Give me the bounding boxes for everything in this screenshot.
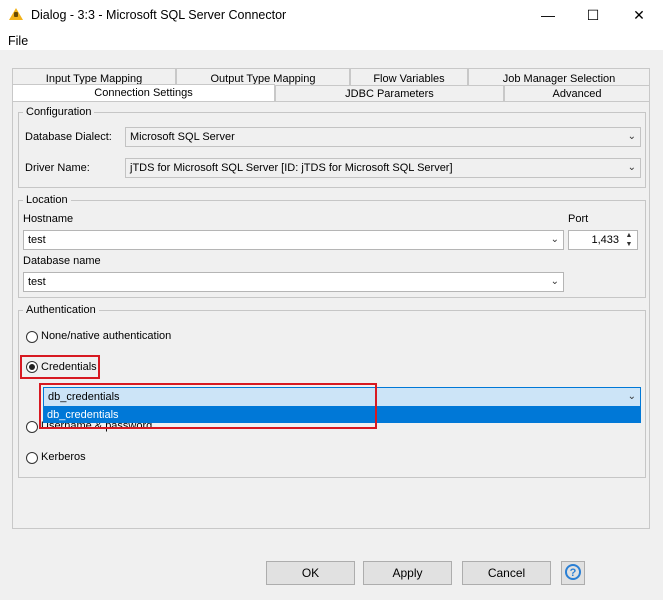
database-dialect-select[interactable]: Microsoft SQL Server ⌄ bbox=[125, 127, 641, 147]
database-name-value: test bbox=[28, 276, 46, 288]
location-legend: Location bbox=[23, 194, 71, 206]
radio-credentials[interactable] bbox=[26, 361, 38, 373]
database-dialect-label: Database Dialect: bbox=[25, 131, 112, 143]
ok-button[interactable]: OK bbox=[266, 561, 355, 585]
menu-file[interactable]: File bbox=[8, 34, 28, 48]
tab-jdbc-parameters[interactable]: JDBC Parameters bbox=[275, 85, 504, 102]
database-name-label: Database name bbox=[23, 255, 101, 267]
tab-input-type-mapping[interactable]: Input Type Mapping bbox=[12, 68, 176, 85]
maximize-button[interactable]: ☐ bbox=[570, 0, 616, 30]
port-label: Port bbox=[568, 213, 589, 225]
chevron-down-icon: ⌄ bbox=[550, 234, 559, 245]
hostname-label: Hostname bbox=[23, 213, 74, 225]
radio-kerberos[interactable] bbox=[26, 452, 38, 464]
knime-warning-icon bbox=[9, 8, 23, 20]
cancel-button[interactable]: Cancel bbox=[462, 561, 551, 585]
driver-name-value: jTDS for Microsoft SQL Server [ID: jTDS … bbox=[130, 162, 453, 174]
kerberos-label: Kerberos bbox=[41, 451, 86, 463]
chevron-down-icon: ⌄ bbox=[627, 131, 636, 142]
driver-name-label: Driver Name: bbox=[25, 162, 90, 174]
configuration-legend: Configuration bbox=[23, 106, 95, 118]
hostname-value: test bbox=[28, 234, 46, 246]
radio-none-native[interactable] bbox=[26, 331, 38, 343]
help-icon: ? bbox=[565, 564, 581, 580]
database-dialect-value: Microsoft SQL Server bbox=[130, 131, 235, 143]
minimize-button[interactable]: — bbox=[525, 0, 571, 30]
spinner-up-icon[interactable]: ▲ bbox=[622, 231, 636, 240]
database-name-input[interactable]: test ⌄ bbox=[23, 272, 564, 292]
none-native-label: None/native authentication bbox=[41, 330, 172, 342]
radio-username-password[interactable] bbox=[26, 421, 38, 433]
chevron-down-icon: ⌄ bbox=[550, 276, 559, 287]
tab-job-manager-selection[interactable]: Job Manager Selection bbox=[468, 68, 650, 85]
menu-bar bbox=[0, 30, 663, 50]
chevron-down-icon: ⌄ bbox=[627, 162, 636, 173]
apply-button[interactable]: Apply bbox=[363, 561, 452, 585]
tab-advanced[interactable]: Advanced bbox=[504, 85, 650, 102]
window-title: Dialog - 3:3 - Microsoft SQL Server Conn… bbox=[31, 8, 287, 22]
credentials-label: Credentials bbox=[41, 361, 97, 373]
driver-name-select[interactable]: jTDS for Microsoft SQL Server [ID: jTDS … bbox=[125, 158, 641, 178]
tab-flow-variables[interactable]: Flow Variables bbox=[350, 68, 468, 85]
tab-output-type-mapping[interactable]: Output Type Mapping bbox=[176, 68, 350, 85]
close-button[interactable]: ✕ bbox=[616, 0, 662, 30]
help-button[interactable]: ? bbox=[561, 561, 585, 585]
port-value: 1,433 bbox=[591, 234, 619, 246]
authentication-legend: Authentication bbox=[23, 304, 99, 316]
chevron-down-icon: ⌄ bbox=[627, 391, 636, 402]
hostname-input[interactable]: test ⌄ bbox=[23, 230, 564, 250]
dropdown-highlight-box bbox=[39, 383, 377, 429]
spinner-down-icon[interactable]: ▼ bbox=[622, 240, 636, 249]
tab-connection-settings[interactable]: Connection Settings bbox=[12, 84, 275, 102]
